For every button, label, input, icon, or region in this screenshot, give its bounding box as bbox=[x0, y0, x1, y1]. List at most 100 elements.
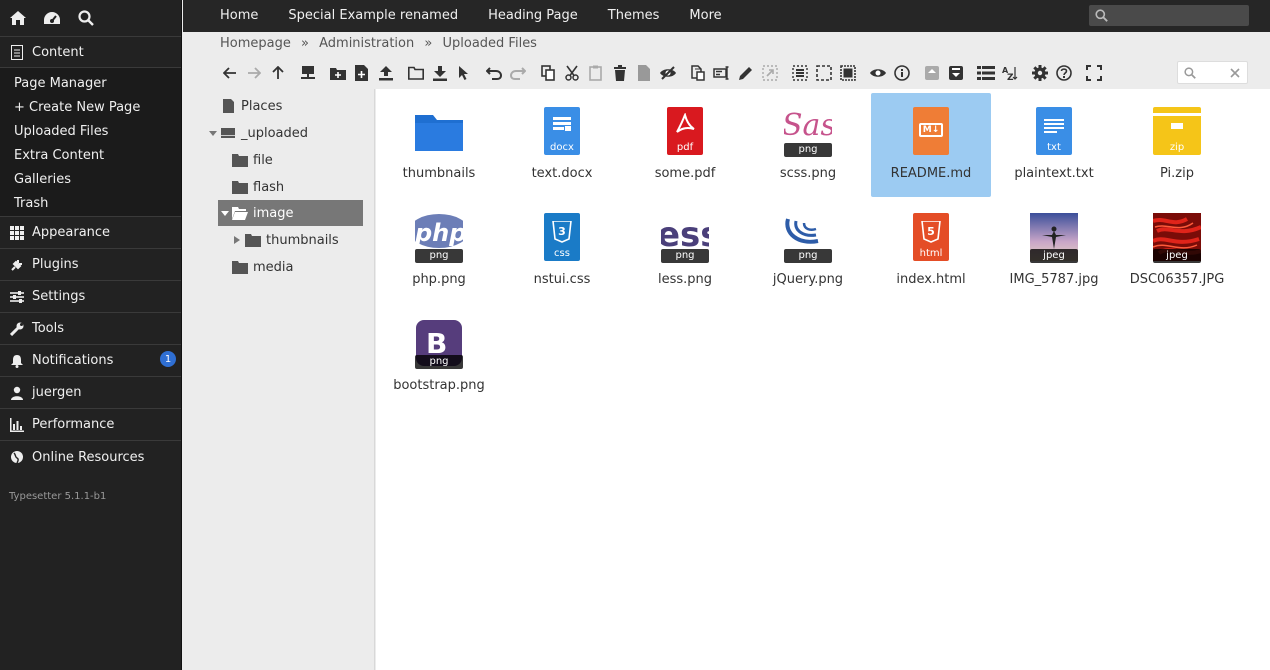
preview-icon[interactable] bbox=[867, 62, 888, 84]
tree-thumbnails[interactable]: thumbnails bbox=[234, 227, 339, 253]
section-appearance[interactable]: Appearance bbox=[0, 217, 181, 249]
caret-right-icon[interactable] bbox=[234, 236, 240, 244]
menu-home[interactable]: Home bbox=[183, 0, 273, 32]
section-performance[interactable]: Performance bbox=[0, 409, 181, 441]
file-item-readme-md[interactable]: M↓ README.md bbox=[871, 93, 991, 197]
archive-icon[interactable] bbox=[945, 62, 966, 84]
file-item-thumbnails[interactable]: thumbnails bbox=[379, 93, 499, 197]
info-icon[interactable] bbox=[891, 62, 912, 84]
sort-icon[interactable]: AZ bbox=[999, 62, 1020, 84]
list-view-icon[interactable] bbox=[975, 62, 996, 84]
new-file-icon[interactable] bbox=[351, 62, 372, 84]
word-doc-icon: docx bbox=[538, 107, 586, 157]
forward-icon[interactable] bbox=[243, 62, 264, 84]
text-file-icon: txt bbox=[1030, 107, 1078, 157]
tree-flash[interactable]: flash bbox=[232, 174, 284, 200]
edit-icon[interactable] bbox=[735, 62, 756, 84]
menu-item-galleries[interactable]: Galleries bbox=[0, 168, 181, 192]
section-plugins[interactable]: Plugins bbox=[0, 249, 181, 281]
empty-folder-icon[interactable] bbox=[633, 62, 654, 84]
breadcrumb-uploaded-files: Uploaded Files bbox=[442, 36, 537, 51]
upload-icon[interactable] bbox=[375, 62, 396, 84]
content-section-header[interactable]: Content bbox=[0, 36, 181, 68]
select-all-icon[interactable] bbox=[789, 62, 810, 84]
tree-places[interactable]: Places bbox=[220, 93, 282, 119]
notification-badge: 1 bbox=[160, 351, 176, 367]
file-item-less-png[interactable]: ess png less.png bbox=[625, 199, 745, 303]
breadcrumb-administration[interactable]: Administration bbox=[319, 36, 414, 51]
folder-tree: Places _uploaded file flash image thumbn… bbox=[183, 89, 552, 670]
menu-more[interactable]: More bbox=[674, 0, 736, 32]
clear-search-icon[interactable] bbox=[1230, 68, 1240, 78]
copy-icon[interactable] bbox=[537, 62, 558, 84]
fullscreen-icon[interactable] bbox=[1083, 62, 1104, 84]
select-invert-icon[interactable] bbox=[837, 62, 858, 84]
section-notifications[interactable]: Notifications 1 bbox=[0, 345, 181, 377]
menu-item-page-manager[interactable]: Page Manager bbox=[0, 72, 181, 96]
section-online-resources[interactable]: Online Resources bbox=[0, 441, 181, 473]
file-item-some-pdf[interactable]: pdf some.pdf bbox=[625, 93, 745, 197]
file-item-pi-zip[interactable]: zip Pi.zip bbox=[1117, 93, 1237, 197]
cut-icon[interactable] bbox=[561, 62, 582, 84]
file-item-img-5787[interactable]: jpeg IMG_5787.jpg bbox=[994, 199, 1114, 303]
menu-item-extra-content[interactable]: Extra Content bbox=[0, 144, 181, 168]
delete-icon[interactable] bbox=[609, 62, 630, 84]
menu-item-create-new-page[interactable]: + Create New Page bbox=[0, 96, 181, 120]
rename-icon[interactable] bbox=[711, 62, 732, 84]
undo-icon[interactable] bbox=[483, 62, 504, 84]
menu-heading-page[interactable]: Heading Page bbox=[473, 0, 593, 32]
select-none-icon[interactable] bbox=[813, 62, 834, 84]
file-item-bootstrap-png[interactable]: B png bootstrap.png bbox=[379, 305, 499, 409]
file-item-dsc06357[interactable]: jpeg DSC06357.JPG bbox=[1117, 199, 1237, 303]
back-icon[interactable] bbox=[219, 62, 240, 84]
section-settings[interactable]: Settings bbox=[0, 281, 181, 313]
menu-item-trash[interactable]: Trash bbox=[0, 192, 181, 216]
file-item-text-docx[interactable]: docx text.docx bbox=[502, 93, 622, 197]
file-item-php-png[interactable]: php png php.png bbox=[379, 199, 499, 303]
file-item-scss-png[interactable]: Sass png scss.png bbox=[748, 93, 868, 197]
breadcrumb-homepage[interactable]: Homepage bbox=[220, 36, 291, 51]
file-item-jquery-png[interactable]: png jQuery.png bbox=[748, 199, 868, 303]
netmount-icon[interactable] bbox=[297, 62, 318, 84]
paste-icon[interactable] bbox=[585, 62, 606, 84]
tree-media[interactable]: media bbox=[232, 254, 294, 280]
tree-uploaded[interactable]: _uploaded bbox=[209, 120, 308, 146]
menu-item-uploaded-files[interactable]: Uploaded Files bbox=[0, 120, 181, 144]
menu-themes[interactable]: Themes bbox=[593, 0, 675, 32]
sass-logo-icon: Sass png bbox=[782, 107, 851, 157]
home-icon[interactable] bbox=[8, 8, 28, 28]
file-item-index-html[interactable]: 5 html index.html bbox=[871, 199, 991, 303]
download-icon[interactable] bbox=[429, 62, 450, 84]
dashboard-icon[interactable] bbox=[42, 8, 62, 28]
select-pointer-icon[interactable] bbox=[453, 62, 474, 84]
site-search-input[interactable] bbox=[1089, 5, 1249, 26]
file-name: nstui.css bbox=[533, 272, 591, 287]
up-icon[interactable] bbox=[267, 62, 288, 84]
caret-down-icon[interactable] bbox=[221, 209, 229, 217]
resize-icon[interactable] bbox=[759, 62, 780, 84]
file-search-input[interactable] bbox=[1177, 61, 1248, 84]
sliders-icon bbox=[9, 289, 25, 305]
new-folder-icon[interactable] bbox=[327, 62, 348, 84]
duplicate-icon[interactable] bbox=[687, 62, 708, 84]
search-icon[interactable] bbox=[76, 8, 96, 28]
open-folder-icon[interactable] bbox=[405, 62, 426, 84]
file-item-plaintext-txt[interactable]: txt plaintext.txt bbox=[994, 93, 1114, 197]
help-icon[interactable] bbox=[1053, 62, 1074, 84]
file-item-nstui-css[interactable]: 3 css nstui.css bbox=[502, 199, 622, 303]
extract-icon[interactable] bbox=[921, 62, 942, 84]
redo-icon[interactable] bbox=[507, 62, 528, 84]
svg-text:Z: Z bbox=[1007, 73, 1014, 81]
section-tools[interactable]: Tools bbox=[0, 313, 181, 345]
tree-file[interactable]: file bbox=[232, 147, 273, 173]
section-label: Online Resources bbox=[32, 449, 145, 465]
less-logo-icon: ess png bbox=[657, 213, 721, 263]
hide-icon[interactable] bbox=[657, 62, 678, 84]
section-user[interactable]: juergen bbox=[0, 377, 181, 409]
menu-special-example[interactable]: Special Example renamed bbox=[273, 0, 473, 32]
gear-icon[interactable] bbox=[1029, 62, 1050, 84]
tree-image[interactable]: image bbox=[218, 200, 363, 226]
caret-down-icon[interactable] bbox=[209, 129, 217, 137]
bootstrap-logo-icon: B png bbox=[415, 319, 463, 369]
svg-text:Sass: Sass bbox=[784, 108, 832, 143]
